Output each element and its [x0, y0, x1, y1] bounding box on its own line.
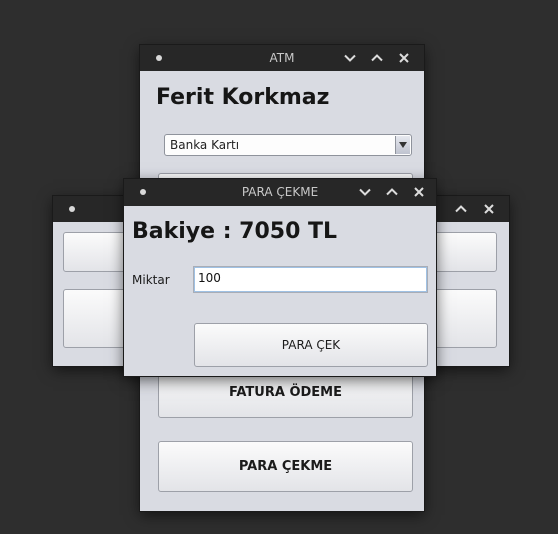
dropdown-arrow-icon[interactable]: [395, 136, 410, 154]
card-type-value: Banka Kartı: [170, 138, 240, 152]
chevron-up-icon[interactable]: [384, 184, 400, 200]
amount-label: Miktar: [132, 273, 170, 287]
withdraw-submit-label: PARA ÇEK: [281, 338, 341, 352]
card-type-select[interactable]: Banka Kartı: [164, 134, 412, 156]
user-name: Ferit Korkmaz: [156, 85, 330, 110]
close-icon[interactable]: [411, 184, 427, 200]
amount-input[interactable]: 100: [193, 266, 428, 293]
withdraw-menu-button[interactable]: PARA ÇEKME: [158, 441, 413, 492]
bill-payment-label: FATURA ÖDEME: [228, 385, 342, 400]
close-icon[interactable]: [481, 201, 497, 217]
chevron-down-icon[interactable]: [357, 184, 373, 200]
chevron-up-icon[interactable]: [453, 201, 469, 217]
amount-value: 100: [198, 271, 221, 285]
balance-text: Bakiye : 7050 TL: [132, 219, 338, 244]
background-button-left-top[interactable]: [63, 232, 133, 272]
menu-dot-icon[interactable]: [69, 206, 75, 212]
background-button-left-bottom[interactable]: [63, 289, 133, 348]
chevron-up-icon[interactable]: [369, 50, 385, 66]
chevron-down-icon[interactable]: [342, 50, 358, 66]
withdraw-window: PARA ÇEKME Bakiye : 7050 TL Miktar 100 P…: [124, 179, 436, 376]
withdraw-submit-button[interactable]: PARA ÇEK: [194, 323, 428, 367]
atm-window-titlebar: ATM: [140, 45, 424, 71]
withdraw-window-titlebar: PARA ÇEKME: [124, 179, 436, 206]
withdraw-menu-label: PARA ÇEKME: [238, 459, 333, 474]
close-icon[interactable]: [396, 50, 412, 66]
